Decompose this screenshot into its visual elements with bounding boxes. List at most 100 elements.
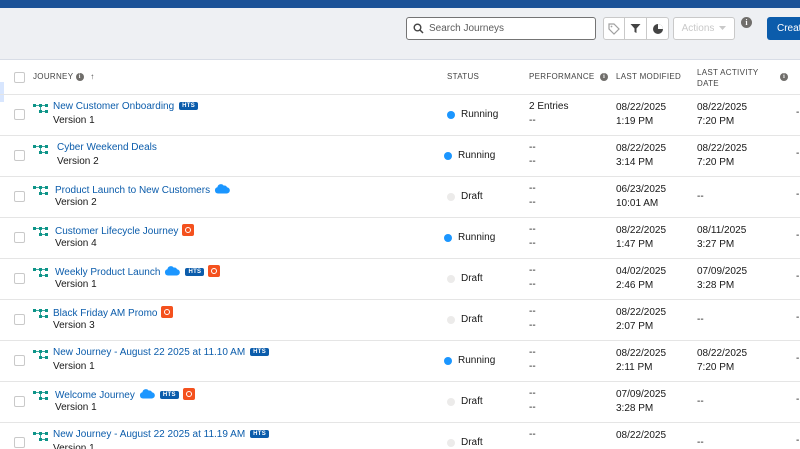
salesforce-cloud-icon <box>165 266 181 276</box>
journey-name-link[interactable]: Cyber Weekend Deals <box>57 142 157 153</box>
last-modified-cell: 08/22/2025 1:19 PM <box>616 101 666 129</box>
row-checkbox[interactable] <box>14 396 25 407</box>
table-row[interactable]: Customer Lifecycle Journey Version 4 Run… <box>0 218 800 259</box>
last-modified-date: 08/22/2025 <box>616 225 667 236</box>
row-checkbox[interactable] <box>14 109 25 120</box>
last-activity-date: 08/11/2025 <box>697 225 747 236</box>
journey-name-link[interactable]: New Journey - August 22 2025 at 11.19 AM <box>53 429 245 440</box>
journey-name-link[interactable]: Customer Lifecycle Journey <box>55 226 178 237</box>
last-modified-time: 2:46 PM <box>616 280 654 291</box>
table-row[interactable]: New Journey - August 22 2025 at 11.19 AM… <box>0 423 800 449</box>
table-row[interactable]: New Journey - August 22 2025 at 11.10 AM… <box>0 341 800 382</box>
row-checkbox[interactable] <box>14 437 25 448</box>
status-text: Running <box>458 150 496 161</box>
last-modified-time: 2:11 PM <box>616 362 653 373</box>
performance-cell: -- -- <box>529 305 536 333</box>
select-all-checkbox[interactable] <box>14 72 25 83</box>
column-header-last-modified[interactable]: LAST MODIFIED <box>616 72 681 81</box>
sort-ascending-icon[interactable]: ↑ <box>90 72 94 81</box>
journey-version: Version 4 <box>55 238 97 249</box>
table-row[interactable]: Cyber Weekend Deals Version 2 Running --… <box>0 136 800 177</box>
last-modified-time: 3:28 PM <box>616 403 654 414</box>
last-modified-cell: 08/22/2025 1:47 PM <box>616 224 666 252</box>
column-header-journey[interactable]: JOURNEY i ↑ <box>33 72 95 81</box>
create-button[interactable]: Create <box>767 17 800 40</box>
last-activity-time: 3:27 PM <box>697 239 735 250</box>
row-checkbox[interactable] <box>14 150 25 161</box>
table-row[interactable]: Welcome Journey HTS Version 1 Draft -- --… <box>0 382 800 423</box>
journey-version: Version 1 <box>55 279 97 290</box>
journey-name-cell: Cyber Weekend Deals <box>57 142 157 153</box>
search-input[interactable] <box>429 20 589 37</box>
performance-cell: -- -- <box>529 182 536 210</box>
chevron-down-icon <box>719 26 727 30</box>
last-activity-date: -- <box>697 396 704 407</box>
search-box[interactable] <box>406 17 596 40</box>
info-icon[interactable]: i <box>780 73 788 81</box>
column-header-status[interactable]: STATUS <box>447 72 479 81</box>
journey-badges <box>178 224 195 237</box>
status-text: Running <box>458 355 496 366</box>
status-text: Draft <box>461 191 483 202</box>
last-activity-time: 7:20 PM <box>697 362 735 373</box>
status-text: Draft <box>461 396 483 407</box>
edge-text: - <box>796 107 800 118</box>
journey-name-link[interactable]: Weekly Product Launch <box>55 267 160 278</box>
column-header-last-activity[interactable]: LAST ACTIVITY DATE <box>697 67 759 89</box>
column-header-journey-label: JOURNEY <box>33 72 74 81</box>
info-icon[interactable]: i <box>600 73 609 81</box>
journey-badges: HTS <box>135 388 195 401</box>
status-indicator <box>444 357 452 365</box>
last-activity-cell: 08/22/2025 7:20 PM <box>697 142 747 170</box>
row-checkbox[interactable] <box>14 191 25 202</box>
journey-version: Version 3 <box>53 320 95 331</box>
journey-version: Version 1 <box>55 402 97 413</box>
journey-name-cell: Weekly Product Launch HTS <box>55 265 221 278</box>
view-button-group <box>603 17 669 40</box>
journey-flow-icon <box>33 350 48 359</box>
journey-name-link[interactable]: Product Launch to New Customers <box>55 185 210 196</box>
row-checkbox[interactable] <box>14 232 25 243</box>
actions-dropdown[interactable]: Actions <box>673 17 735 40</box>
row-checkbox[interactable] <box>14 273 25 284</box>
last-activity-cell: 07/09/2025 3:28 PM <box>697 265 747 293</box>
status-indicator <box>447 398 455 406</box>
performance-cell: -- -- <box>529 346 536 374</box>
last-activity-date: -- <box>697 437 704 448</box>
journey-name-cell: Customer Lifecycle Journey <box>55 224 195 237</box>
journey-name-link[interactable]: Black Friday AM Promo <box>53 308 157 319</box>
info-icon[interactable]: i <box>741 17 752 28</box>
table-row[interactable]: New Customer Onboarding HTS Version 1 Run… <box>0 95 800 136</box>
table-row[interactable]: Weekly Product Launch HTS Version 1 Draft… <box>0 259 800 300</box>
table-row[interactable]: Black Friday AM Promo Version 3 Draft --… <box>0 300 800 341</box>
journey-badges: HTS <box>160 265 221 278</box>
tag-button[interactable] <box>603 17 625 40</box>
last-modified-cell: 08/22/2025 2:07 PM <box>616 306 666 334</box>
journey-name-link[interactable]: New Journey - August 22 2025 at 11.10 AM <box>53 347 245 358</box>
column-header-performance[interactable]: PERFORMANCE i <box>529 72 609 81</box>
search-icon <box>413 23 424 34</box>
performance-line2: -- <box>529 402 536 413</box>
journey-name-link[interactable]: Welcome Journey <box>55 390 135 401</box>
journey-badges: HTS <box>245 347 270 358</box>
journey-flow-icon <box>33 309 48 318</box>
chart-button[interactable] <box>647 17 669 40</box>
hts-badge: HTS <box>250 430 270 438</box>
last-modified-date: 08/22/2025 <box>616 430 667 441</box>
journey-name-link[interactable]: New Customer Onboarding <box>53 101 174 112</box>
table-row[interactable]: Product Launch to New Customers Version … <box>0 177 800 218</box>
last-modified-cell: 08/22/2025 <box>616 429 666 443</box>
journey-flow-icon <box>33 186 48 195</box>
performance-line2: -- <box>529 320 536 331</box>
status-text: Draft <box>461 273 483 284</box>
row-checkbox[interactable] <box>14 355 25 366</box>
performance-cell: -- -- <box>529 223 536 251</box>
journey-name-cell: New Journey - August 22 2025 at 11.10 AM… <box>53 347 270 358</box>
last-activity-cell: -- <box>697 313 704 327</box>
filter-button[interactable] <box>625 17 647 40</box>
last-activity-cell: 08/11/2025 3:27 PM <box>697 224 746 252</box>
performance-cell: -- -- <box>529 264 536 292</box>
row-checkbox[interactable] <box>14 314 25 325</box>
journey-flow-icon <box>33 227 48 236</box>
info-icon[interactable]: i <box>75 73 84 81</box>
